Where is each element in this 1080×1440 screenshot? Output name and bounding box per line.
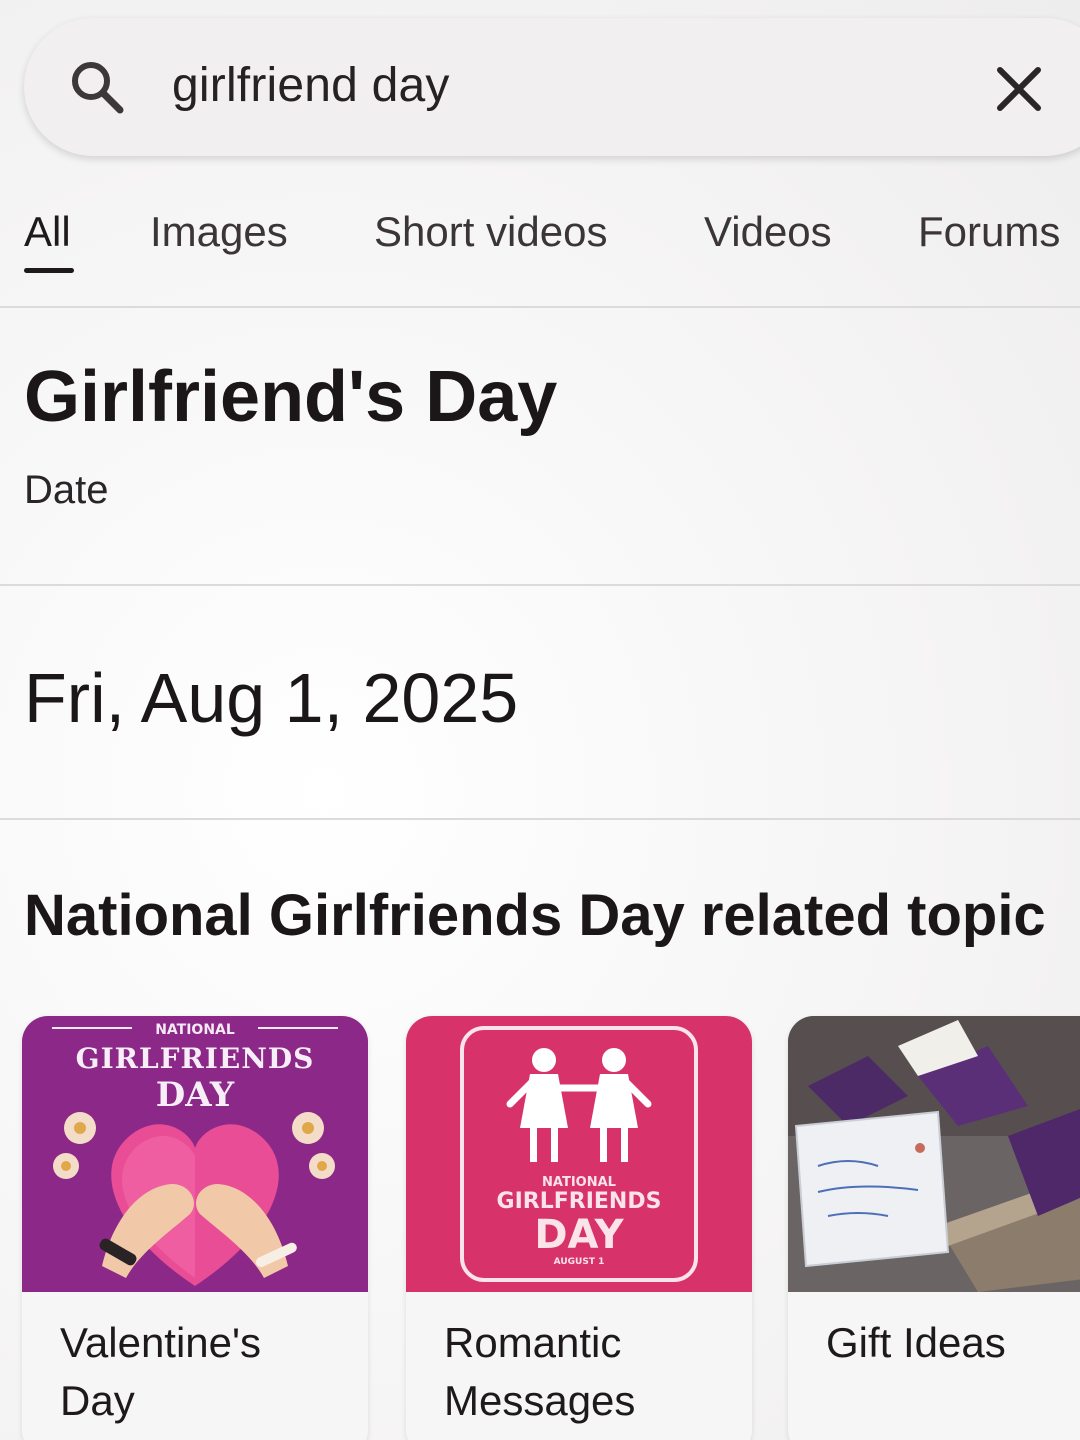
search-bar[interactable]: girlfriend day [24, 18, 1080, 156]
search-icon[interactable] [66, 56, 128, 118]
card-image-text: GIRLFRIENDS [497, 1189, 662, 1214]
tab-all[interactable]: All [24, 208, 71, 256]
tab-images[interactable]: Images [150, 208, 288, 256]
search-input[interactable]: girlfriend day [172, 58, 450, 113]
card-image-text: AUGUST 1 [554, 1257, 605, 1267]
card-image-text: NATIONAL [155, 1022, 235, 1038]
tab-videos[interactable]: Videos [704, 208, 832, 256]
related-topic-card[interactable]: NATIONAL GIRLFRIENDS DAY Valentine's Day [22, 1016, 368, 1440]
pinky-promise-heart-image: NATIONAL GIRLFRIENDS DAY [22, 1016, 368, 1292]
result-subtitle: Date [24, 468, 109, 512]
card-image-text: DAY [534, 1212, 624, 1258]
card-image-text: NATIONAL [542, 1175, 616, 1190]
tab-short-videos[interactable]: Short videos [374, 208, 607, 256]
card-image-text: DAY [156, 1075, 235, 1115]
related-topic-card[interactable]: Gift Ideas [788, 1016, 1080, 1440]
related-topic-card[interactable]: NATIONAL GIRLFRIENDS DAY AUGUST 1 Romant… [406, 1016, 752, 1440]
divider [0, 818, 1080, 820]
card-image-text: GIRLFRIENDS [76, 1042, 315, 1075]
divider [0, 306, 1080, 308]
divider [0, 584, 1080, 586]
related-topic-label: Gift Ideas [826, 1319, 1006, 1366]
search-tabs: All Images Short videos Videos Forums [0, 196, 1080, 306]
related-topics-heading: National Girlfriends Day related topic [24, 883, 1046, 948]
gift-box-with-card-image [788, 1016, 1080, 1292]
page-title: Girlfriend's Day [24, 357, 558, 437]
search-results-page: girlfriend day All Images Short videos V… [0, 0, 1080, 1440]
close-icon[interactable] [994, 64, 1044, 114]
tab-active-indicator [24, 268, 74, 273]
tab-forums[interactable]: Forums [918, 208, 1060, 256]
related-topic-label: Romantic Messages [444, 1319, 636, 1424]
event-date: Fri, Aug 1, 2025 [24, 659, 519, 737]
two-girls-holding-hands-image: NATIONAL GIRLFRIENDS DAY AUGUST 1 [406, 1016, 752, 1292]
related-topic-label: Valentine's Day [60, 1319, 262, 1424]
